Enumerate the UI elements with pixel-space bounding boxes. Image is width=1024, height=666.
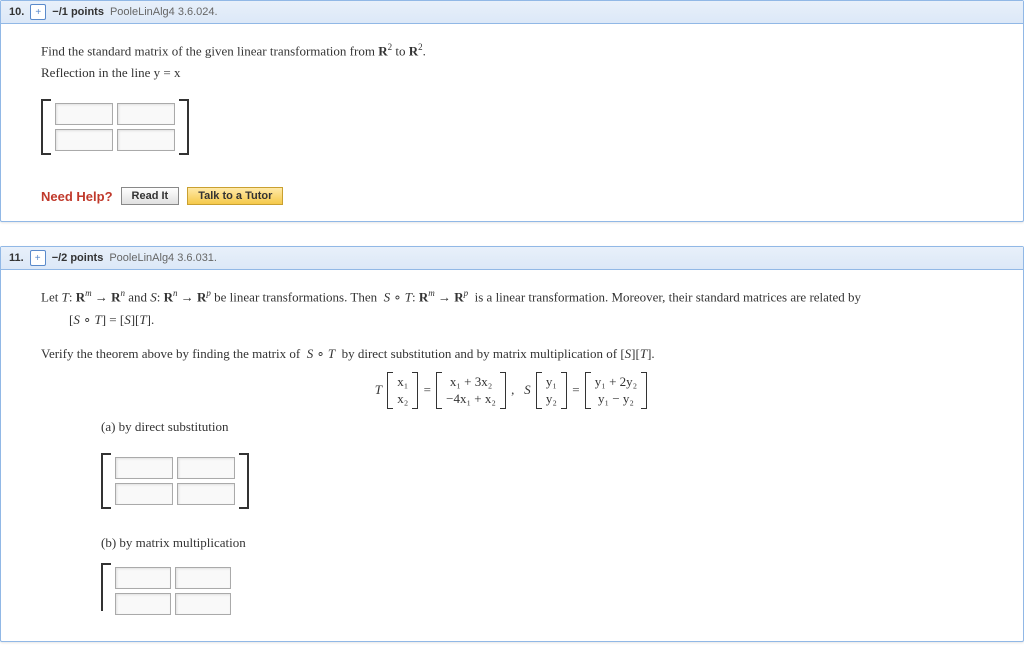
part-b-matrix xyxy=(101,563,235,619)
source-label: PooleLinAlg4 3.6.024. xyxy=(110,6,218,18)
matrix-cell-12[interactable] xyxy=(117,103,175,125)
points-label: −/2 points xyxy=(52,252,104,264)
source-label: PooleLinAlg4 3.6.031. xyxy=(109,252,217,264)
part-a-label: (a) by direct substitution xyxy=(101,419,983,435)
question-10: 10. + −/1 points PooleLinAlg4 3.6.024. F… xyxy=(0,0,1024,222)
b-matrix-cell-21[interactable] xyxy=(115,593,171,615)
question-body: Let T: Rm → Rn and S: Rn → Rp be linear … xyxy=(1,270,1023,641)
a-matrix-cell-21[interactable] xyxy=(115,483,173,505)
a-matrix-cell-22[interactable] xyxy=(177,483,235,505)
bracket-left-icon xyxy=(41,99,51,155)
talk-to-tutor-button[interactable]: Talk to a Tutor xyxy=(187,187,283,205)
b-matrix-cell-11[interactable] xyxy=(115,567,171,589)
bracket-left-icon xyxy=(101,453,111,509)
expand-icon[interactable]: + xyxy=(30,250,46,266)
matrix-cell-21[interactable] xyxy=(55,129,113,151)
question-number: 10. xyxy=(9,6,24,18)
answer-matrix xyxy=(41,99,189,155)
question-number: 11. xyxy=(9,252,24,264)
transformation-definitions: T x₁x₂ = x₁ + 3x₂−4x₁ + x₂ , S y₁y₂ = y₁… xyxy=(41,372,983,410)
bracket-right-icon xyxy=(239,453,249,509)
theorem-equation: [S ∘ T] = [S][T]. xyxy=(69,312,983,328)
need-help-label: Need Help? xyxy=(41,189,113,204)
verify-text: Verify the theorem above by finding the … xyxy=(41,346,983,362)
points-label: −/1 points xyxy=(52,6,104,18)
question-header: 11. + −/2 points PooleLinAlg4 3.6.031. xyxy=(1,247,1023,270)
matrix-cell-11[interactable] xyxy=(55,103,113,125)
expand-icon[interactable]: + xyxy=(30,4,46,20)
part-a-matrix xyxy=(101,453,249,509)
bracket-left-icon xyxy=(101,563,111,611)
question-11: 11. + −/2 points PooleLinAlg4 3.6.031. L… xyxy=(0,246,1024,642)
theorem-text: Let T: Rm → Rn and S: Rn → Rp be linear … xyxy=(41,288,983,305)
subprompt-text: Reflection in the line y = x xyxy=(41,65,983,81)
part-b-label: (b) by matrix multiplication xyxy=(101,535,983,551)
question-body: Find the standard matrix of the given li… xyxy=(1,24,1023,221)
matrix-cell-22[interactable] xyxy=(117,129,175,151)
question-header: 10. + −/1 points PooleLinAlg4 3.6.024. xyxy=(1,1,1023,24)
a-matrix-cell-11[interactable] xyxy=(115,457,173,479)
need-help-row: Need Help? Read It Talk to a Tutor xyxy=(41,187,983,205)
a-matrix-cell-12[interactable] xyxy=(177,457,235,479)
prompt-text: Find the standard matrix of the given li… xyxy=(41,42,983,59)
b-matrix-cell-22[interactable] xyxy=(175,593,231,615)
bracket-right-icon xyxy=(179,99,189,155)
b-matrix-cell-12[interactable] xyxy=(175,567,231,589)
read-it-button[interactable]: Read It xyxy=(121,187,180,205)
